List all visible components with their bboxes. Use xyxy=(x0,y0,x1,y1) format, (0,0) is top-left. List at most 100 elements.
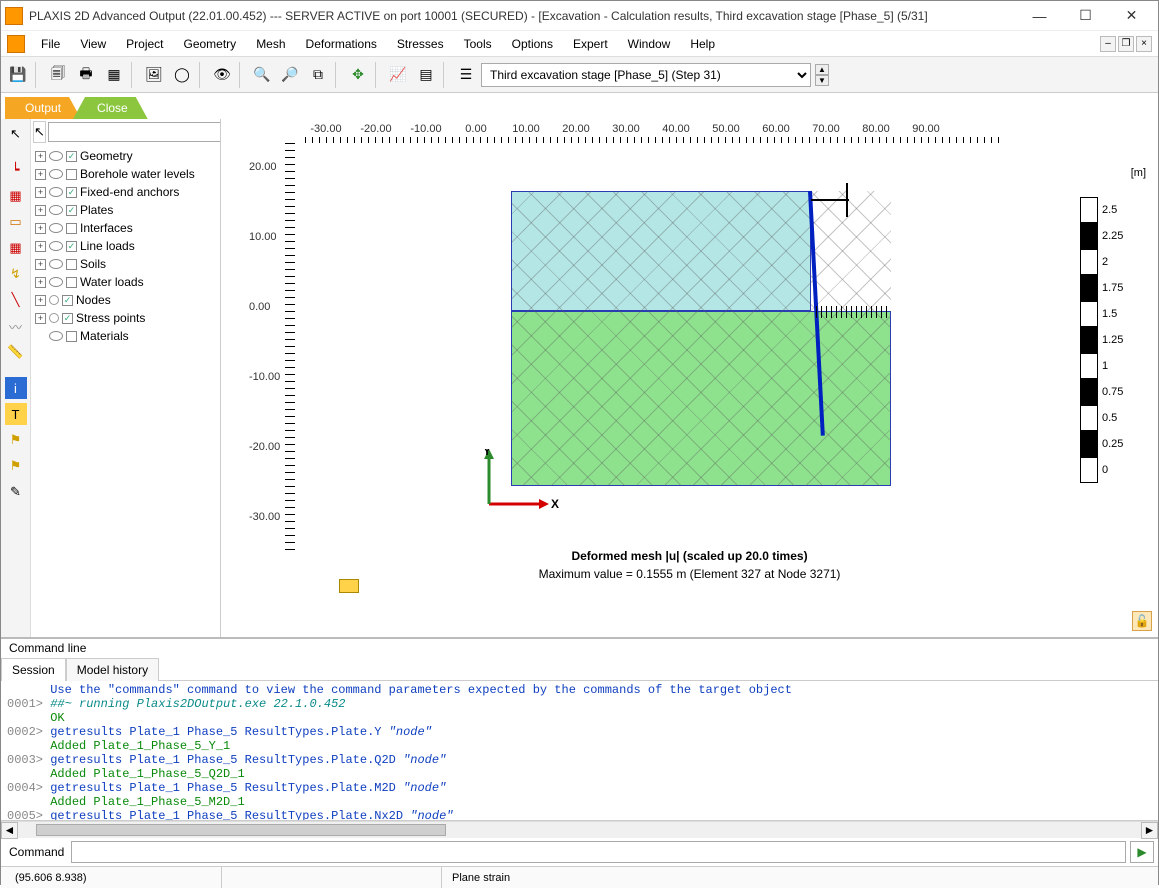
tree-item[interactable]: +✓Stress points xyxy=(33,309,218,327)
eye-icon[interactable] xyxy=(49,169,63,179)
eye-icon[interactable] xyxy=(49,331,63,341)
menu-mesh[interactable]: Mesh xyxy=(246,33,295,55)
menu-options[interactable]: Options xyxy=(502,33,563,55)
mdi-minimize-button[interactable]: – xyxy=(1100,36,1116,52)
expand-icon[interactable]: + xyxy=(35,169,46,180)
eye-icon[interactable] xyxy=(49,259,63,269)
menu-help[interactable]: Help xyxy=(680,33,725,55)
checkbox-icon[interactable]: ✓ xyxy=(66,241,77,252)
eye-button[interactable]: 👁 xyxy=(209,62,235,88)
menu-view[interactable]: View xyxy=(70,33,116,55)
expand-icon[interactable]: + xyxy=(35,187,46,198)
scroll-right-icon[interactable]: ► xyxy=(1141,822,1158,839)
cursor-icon[interactable]: ↖ xyxy=(5,123,27,145)
region-icon[interactable]: ▦ xyxy=(5,185,27,207)
step-spinner[interactable]: ▲▼ xyxy=(815,64,829,86)
menu-project[interactable]: Project xyxy=(116,33,173,55)
menu-window[interactable]: Window xyxy=(618,33,681,55)
flag2-icon[interactable]: ⚑ xyxy=(5,455,27,477)
zoom-window-button[interactable]: ⧉ xyxy=(305,62,331,88)
tab-session[interactable]: Session xyxy=(1,658,66,681)
box-icon[interactable] xyxy=(66,259,77,270)
view-mesh-button[interactable]: 🖼 xyxy=(141,62,167,88)
table-button[interactable]: ▤ xyxy=(413,62,439,88)
scroll-thumb[interactable] xyxy=(36,824,446,836)
box-icon[interactable] xyxy=(66,331,77,342)
command-log[interactable]: Use the "commands" command to view the c… xyxy=(1,681,1158,821)
tree-item[interactable]: +Soils xyxy=(33,255,218,273)
diag-icon[interactable]: ╲ xyxy=(5,289,27,311)
expand-icon[interactable]: + xyxy=(35,241,46,252)
command-input[interactable] xyxy=(71,841,1126,863)
menu-geometry[interactable]: Geometry xyxy=(174,33,247,55)
eye-icon[interactable] xyxy=(49,205,63,215)
menu-file[interactable]: File xyxy=(31,33,70,55)
checkbox-icon[interactable]: ✓ xyxy=(62,313,73,324)
envelope-icon[interactable] xyxy=(339,579,359,593)
menu-expert[interactable]: Expert xyxy=(563,33,618,55)
expand-icon[interactable]: + xyxy=(35,223,46,234)
tree-filter-input[interactable] xyxy=(48,122,221,142)
tab-model-history[interactable]: Model history xyxy=(66,658,159,681)
checkbox-icon[interactable]: ✓ xyxy=(66,151,77,162)
box-icon[interactable] xyxy=(66,277,77,288)
log-hscrollbar[interactable]: ◄ ► xyxy=(1,821,1158,838)
eye-icon[interactable] xyxy=(49,151,63,161)
tree-item[interactable]: +Interfaces xyxy=(33,219,218,237)
maximize-button[interactable]: ☐ xyxy=(1063,2,1108,30)
axis-icon[interactable]: ┕ xyxy=(5,159,27,181)
menu-stresses[interactable]: Stresses xyxy=(387,33,454,55)
chart-button[interactable]: 📈 xyxy=(385,62,411,88)
expand-icon[interactable]: + xyxy=(35,277,46,288)
box-icon[interactable] xyxy=(66,169,77,180)
tree-item[interactable]: +✓Geometry xyxy=(33,147,218,165)
phase-select[interactable]: Third excavation stage [Phase_5] (Step 3… xyxy=(481,63,811,87)
vector-icon[interactable]: ↯ xyxy=(5,263,27,285)
checkbox-icon[interactable]: ✓ xyxy=(62,295,73,306)
zoom-in-button[interactable]: 🔍 xyxy=(249,62,275,88)
copy-button[interactable]: 🗐 xyxy=(45,62,71,88)
oval-icon[interactable] xyxy=(49,313,59,323)
plot-viewport[interactable]: -30.00-20.00-10.000.0010.0020.0030.0040.… xyxy=(221,119,1158,637)
mdi-restore-button[interactable]: ❐ xyxy=(1118,36,1134,52)
save-button[interactable]: 💾 xyxy=(5,62,31,88)
tab-close[interactable]: Close xyxy=(73,97,148,119)
run-command-button[interactable]: ▶ xyxy=(1130,841,1154,863)
tree-cursor-icon[interactable]: ↖ xyxy=(33,121,46,143)
eye-icon[interactable] xyxy=(49,241,63,251)
expand-icon[interactable]: + xyxy=(35,313,46,324)
edit-icon[interactable]: ✎ xyxy=(5,481,27,503)
tab-output[interactable]: Output xyxy=(5,97,81,119)
flag1-icon[interactable]: ⚑ xyxy=(5,429,27,451)
lock-icon[interactable]: 🔓 xyxy=(1132,611,1152,631)
view-oval-button[interactable]: ◯ xyxy=(169,62,195,88)
minimize-button[interactable]: — xyxy=(1017,2,1062,30)
eye-icon[interactable] xyxy=(49,277,63,287)
scroll-left-icon[interactable]: ◄ xyxy=(1,822,18,839)
wave-icon[interactable]: 〰 xyxy=(5,315,27,337)
info-icon[interactable]: i xyxy=(5,377,27,399)
checkbox-icon[interactable]: ✓ xyxy=(66,205,77,216)
settings-bar-button[interactable]: ☰ xyxy=(453,62,479,88)
sheet-icon[interactable]: ▭ xyxy=(5,211,27,233)
print-button[interactable]: 🖶 xyxy=(73,62,99,88)
expand-icon[interactable]: + xyxy=(35,151,46,162)
tree-item[interactable]: +✓Nodes xyxy=(33,291,218,309)
export-button[interactable]: ▦ xyxy=(101,62,127,88)
move-button[interactable]: ✥ xyxy=(345,62,371,88)
tree-item[interactable]: +Borehole water levels xyxy=(33,165,218,183)
tree-item[interactable]: +✓Plates xyxy=(33,201,218,219)
checkbox-icon[interactable]: ✓ xyxy=(66,187,77,198)
eye-icon[interactable] xyxy=(49,187,63,197)
text-icon[interactable]: T xyxy=(5,403,27,425)
oval-icon[interactable] xyxy=(49,295,59,305)
tree-item[interactable]: Materials xyxy=(33,327,218,345)
tree-item[interactable]: +✓Line loads xyxy=(33,237,218,255)
box-icon[interactable] xyxy=(66,223,77,234)
tree-item[interactable]: +✓Fixed-end anchors xyxy=(33,183,218,201)
expand-icon[interactable]: + xyxy=(35,295,46,306)
close-window-button[interactable]: ✕ xyxy=(1109,2,1154,30)
app-menu-icon[interactable] xyxy=(7,35,25,53)
expand-icon[interactable]: + xyxy=(35,259,46,270)
eye-icon[interactable] xyxy=(49,223,63,233)
